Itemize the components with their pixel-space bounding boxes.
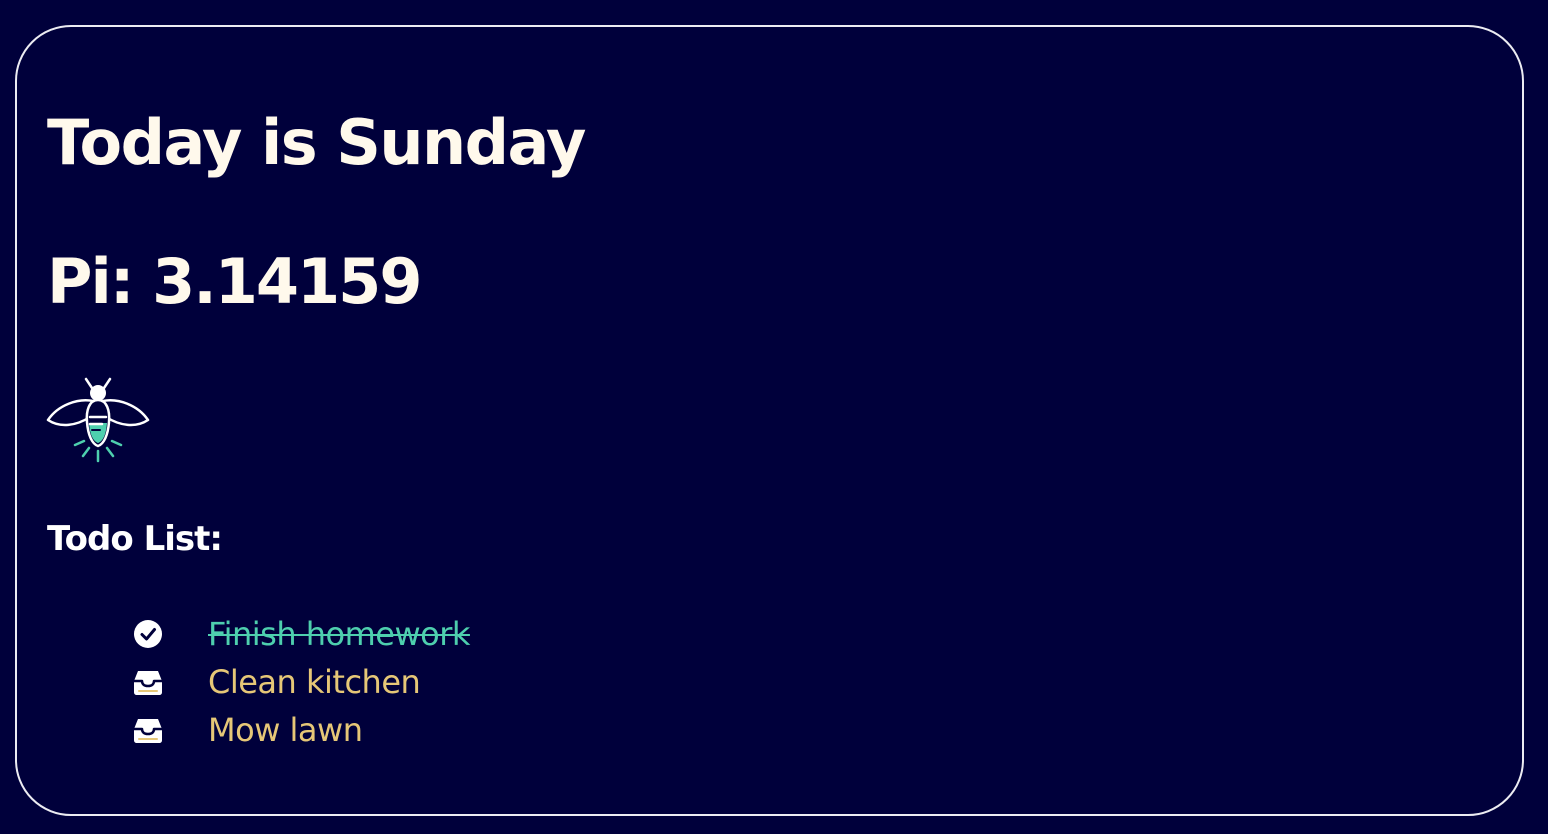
firefly-icon (46, 375, 150, 467)
todo-item-label: Finish homework (208, 615, 470, 653)
todo-list-heading: Todo List: (47, 519, 223, 559)
todo-item[interactable]: Mow lawn (130, 706, 470, 754)
todo-item-label: Clean kitchen (208, 663, 421, 701)
day-title: Today is Sunday (47, 106, 586, 179)
todo-item[interactable]: Finish homework (130, 610, 470, 658)
pi-value: Pi: 3.14159 (47, 245, 422, 318)
todo-item-label: Mow lawn (208, 711, 363, 749)
inbox-tray-icon (130, 712, 166, 748)
inbox-tray-icon (130, 664, 166, 700)
todo-item[interactable]: Clean kitchen (130, 658, 470, 706)
check-circle-icon (130, 616, 166, 652)
todo-list: Finish homework Clean kitchen Mow lawn (130, 610, 470, 754)
